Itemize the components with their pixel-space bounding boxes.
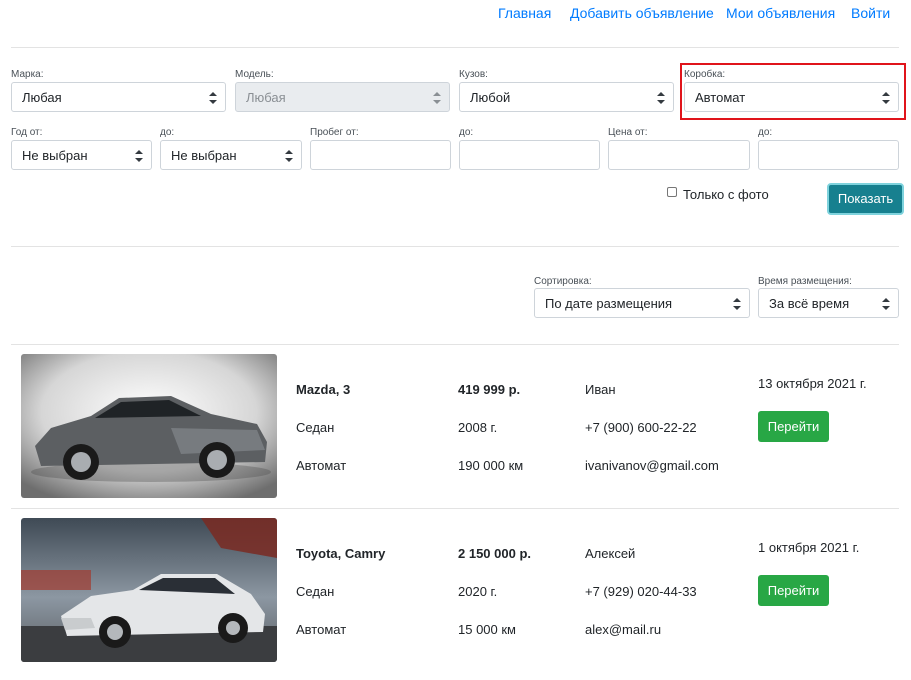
listing-date: 1 октября 2021 г. — [758, 540, 860, 555]
select-arrows-icon — [285, 150, 293, 162]
brand-select[interactable]: Любая — [11, 82, 226, 112]
show-button[interactable]: Показать — [827, 183, 904, 215]
price-from-input[interactable] — [608, 140, 750, 170]
nav-home-link[interactable]: Главная — [498, 5, 551, 21]
year-to-value: Не выбран — [171, 148, 237, 163]
select-arrows-icon — [433, 92, 441, 104]
brand-select-value: Любая — [22, 90, 62, 105]
listing-seller: Иван — [585, 382, 616, 397]
period-select[interactable]: За всё время — [758, 288, 899, 318]
year-from-value: Не выбран — [22, 148, 88, 163]
nav-add-listing-link[interactable]: Добавить объявление — [570, 5, 714, 21]
listing-phone: +7 (900) 600-22-22 — [585, 420, 697, 435]
listing-gearbox: Автомат — [296, 458, 347, 473]
nav-my-listings-link[interactable]: Мои объявления — [726, 5, 835, 21]
listing-date: 13 октября 2021 г. — [758, 376, 867, 391]
photo-only-label[interactable]: Только с фото — [683, 187, 769, 202]
select-arrows-icon — [657, 92, 665, 104]
car-photo[interactable] — [21, 354, 277, 498]
listing-body: Седан — [296, 420, 335, 435]
listing-email: ivanivanov@gmail.com — [585, 458, 719, 473]
highlight-frame — [680, 63, 906, 120]
listing-seller: Алексей — [585, 546, 636, 561]
listing-card: Mazda, 3 Седан Автомат 419 999 р. 2008 г… — [11, 344, 899, 508]
body-select[interactable]: Любой — [459, 82, 674, 112]
top-nav: Главная Добавить объявление Мои объявлен… — [0, 0, 911, 28]
divider — [11, 246, 899, 247]
model-select: Любая — [235, 82, 450, 112]
listing-gearbox: Автомат — [296, 622, 347, 637]
listing-card: Toyota, Camry Седан Автомат 2 150 000 р.… — [11, 508, 899, 672]
listing-phone: +7 (929) 020-44-33 — [585, 584, 697, 599]
select-arrows-icon — [733, 298, 741, 310]
year-to-label: до: — [160, 127, 175, 138]
year-to-select[interactable]: Не выбран — [160, 140, 302, 170]
mileage-to-input[interactable] — [459, 140, 600, 170]
period-label: Время размещения: — [758, 276, 852, 287]
listing-price: 2 150 000 р. — [458, 546, 531, 561]
nav-login-link[interactable]: Войти — [851, 5, 890, 21]
sort-label: Сортировка: — [534, 276, 592, 287]
go-button[interactable]: Перейти — [758, 411, 829, 442]
listing-title: Mazda, 3 — [296, 382, 351, 397]
year-from-label: Год от: — [11, 127, 43, 138]
mileage-to-label: до: — [459, 127, 474, 138]
listing-title: Toyota, Camry — [296, 546, 386, 561]
select-arrows-icon — [135, 150, 143, 162]
period-select-value: За всё время — [769, 296, 850, 311]
listing-mileage: 15 000 км — [458, 622, 516, 637]
select-arrows-icon — [882, 298, 890, 310]
mileage-from-label: Пробег от: — [310, 127, 359, 138]
listing-price: 419 999 р. — [458, 382, 521, 397]
select-arrows-icon — [209, 92, 217, 104]
car-photo[interactable] — [21, 518, 277, 662]
divider — [11, 47, 899, 48]
listing-year: 2020 г. — [458, 584, 498, 599]
sort-select-value: По дате размещения — [545, 296, 673, 311]
body-label: Кузов: — [459, 69, 488, 80]
sort-select[interactable]: По дате размещения — [534, 288, 750, 318]
body-select-value: Любой — [470, 90, 511, 105]
price-from-label: Цена от: — [608, 127, 648, 138]
listing-email: alex@mail.ru — [585, 622, 662, 637]
model-label: Модель: — [235, 69, 274, 80]
price-to-input[interactable] — [758, 140, 899, 170]
listing-body: Седан — [296, 584, 335, 599]
price-to-label: до: — [758, 127, 773, 138]
mileage-from-input[interactable] — [310, 140, 451, 170]
brand-label: Марка: — [11, 69, 44, 80]
listing-mileage: 190 000 км — [458, 458, 524, 473]
year-from-select[interactable]: Не выбран — [11, 140, 152, 170]
go-button[interactable]: Перейти — [758, 575, 829, 606]
model-select-value: Любая — [246, 90, 286, 105]
photo-only-checkbox[interactable] — [667, 187, 677, 197]
listing-year: 2008 г. — [458, 420, 498, 435]
